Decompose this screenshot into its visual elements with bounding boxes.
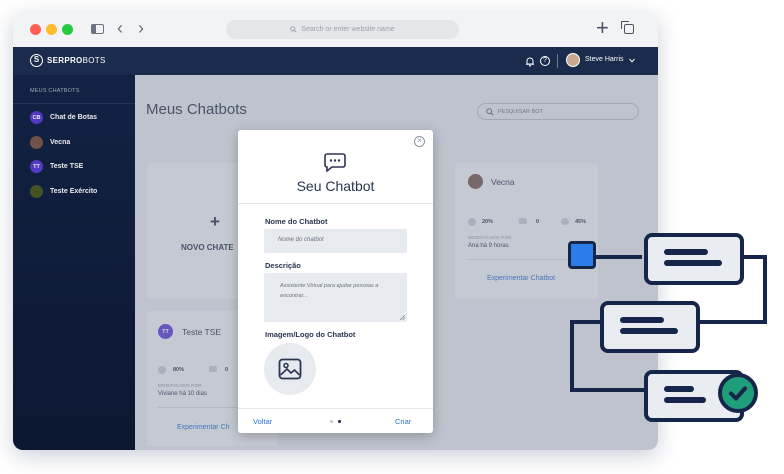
message-line — [664, 386, 694, 392]
app-header: S SERPROBOTS ? Steve Harris — [13, 47, 658, 75]
modal-divider — [238, 203, 433, 204]
chevron-down-icon[interactable] — [629, 58, 635, 63]
logo-bold: SERPRO — [47, 56, 83, 65]
bell-icon[interactable] — [525, 56, 535, 67]
serpro-logo-icon: S — [30, 54, 43, 67]
image-upload-button[interactable] — [264, 343, 316, 395]
back-icon[interactable]: ‹ — [117, 18, 123, 39]
step-dot-2-active — [338, 420, 341, 423]
help-icon[interactable]: ? — [540, 56, 550, 66]
image-label: Imagem/Logo do Chatbot — [265, 330, 356, 339]
message-line — [664, 260, 722, 266]
chatbot-name-input[interactable]: Nome do chatbot — [264, 229, 407, 253]
resize-handle-icon[interactable] — [400, 315, 405, 320]
chatbot-name-placeholder: Nome do chatbot — [278, 237, 324, 243]
maximize-window-button[interactable] — [62, 24, 73, 35]
new-tab-icon[interactable]: + — [596, 15, 609, 41]
flow-message-node — [600, 301, 700, 353]
image-icon — [278, 358, 302, 380]
description-textarea[interactable]: Assistente Virtual para ajudar pessoas a… — [264, 273, 407, 322]
modal-footer-divider — [238, 408, 433, 409]
message-line — [664, 249, 708, 255]
chat-bubble-icon — [324, 153, 346, 172]
close-icon[interactable]: × — [414, 136, 425, 147]
create-button[interactable]: Criar — [395, 417, 411, 426]
logo-text: SERPROBOTS — [47, 56, 106, 65]
message-line — [664, 397, 706, 403]
tabs-overview-icon[interactable] — [621, 21, 634, 34]
minimize-window-button[interactable] — [46, 24, 57, 35]
name-label: Nome do Chatbot — [265, 217, 328, 226]
sidebar-toggle-icon[interactable] — [91, 24, 104, 34]
description-label: Descrição — [265, 261, 301, 270]
address-bar-placeholder: Search or enter website name — [301, 26, 395, 33]
create-chatbot-modal: × Seu Chatbot Nome do Chatbot Nome do ch… — [238, 130, 433, 433]
back-button[interactable]: Voltar — [253, 417, 272, 426]
close-window-button[interactable] — [30, 24, 41, 35]
header-divider — [557, 54, 558, 68]
modal-title: Seu Chatbot — [296, 178, 375, 194]
user-avatar[interactable] — [566, 53, 580, 67]
address-bar[interactable]: Search or enter website name — [226, 20, 459, 39]
user-name[interactable]: Steve Harris — [585, 56, 624, 63]
check-icon — [718, 373, 758, 413]
message-line — [620, 328, 678, 334]
flow-diagram-illustration — [560, 225, 780, 435]
flow-start-node — [568, 241, 596, 269]
description-placeholder: Assistente Virtual para ajudar pessoas a… — [280, 283, 379, 299]
flow-message-node — [644, 233, 744, 285]
search-icon — [290, 26, 297, 33]
forward-icon[interactable]: › — [138, 18, 144, 39]
sidebar-dim — [13, 75, 135, 450]
message-line — [620, 317, 664, 323]
browser-toolbar: ‹ › Search or enter website name + — [13, 12, 658, 48]
step-dot-1 — [330, 420, 333, 423]
logo-light: BOTS — [82, 56, 106, 65]
